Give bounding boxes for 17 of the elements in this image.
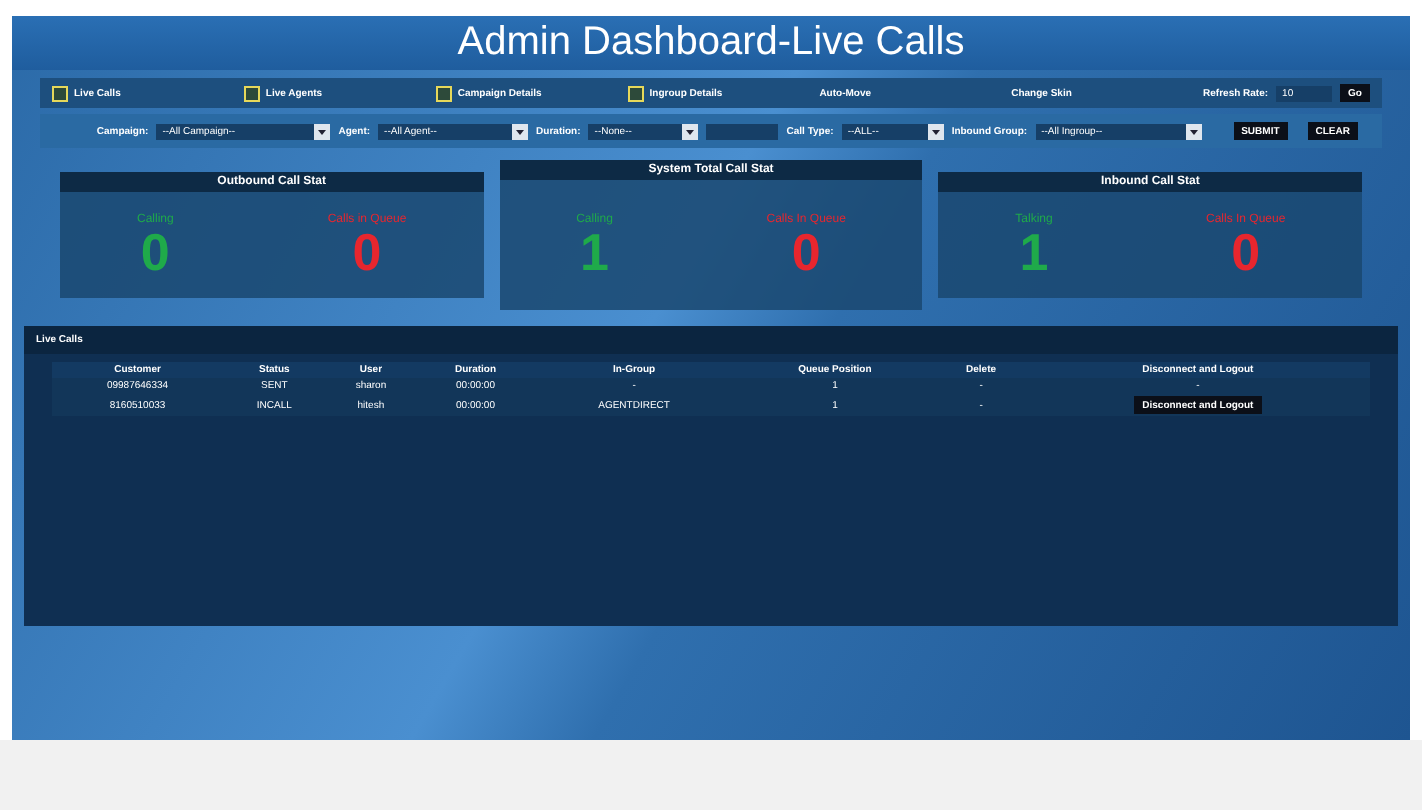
- dropdown-arrow-icon: [512, 123, 529, 139]
- stat-value: 1: [1019, 225, 1049, 277]
- stat-value: 0: [791, 225, 821, 277]
- checkbox[interactable]: [243, 85, 260, 101]
- checkbox[interactable]: [627, 85, 644, 101]
- stat-value: 0: [1231, 225, 1261, 277]
- filter-input[interactable]: [706, 123, 779, 139]
- dropdown-arrow-icon: [682, 123, 699, 139]
- checkbox[interactable]: [435, 85, 452, 101]
- dropdown-arrow-icon: [314, 123, 331, 139]
- checkbox[interactable]: [52, 85, 68, 101]
- dropdown-arrow-icon: [1185, 123, 1202, 139]
- window-title: Admin Dashboard-Live Calls: [457, 20, 965, 66]
- stat-value: 0: [352, 225, 382, 277]
- dropdown-arrow-icon: [927, 123, 944, 139]
- stat-value: 0: [140, 225, 170, 277]
- stat-value: 1: [580, 225, 609, 277]
